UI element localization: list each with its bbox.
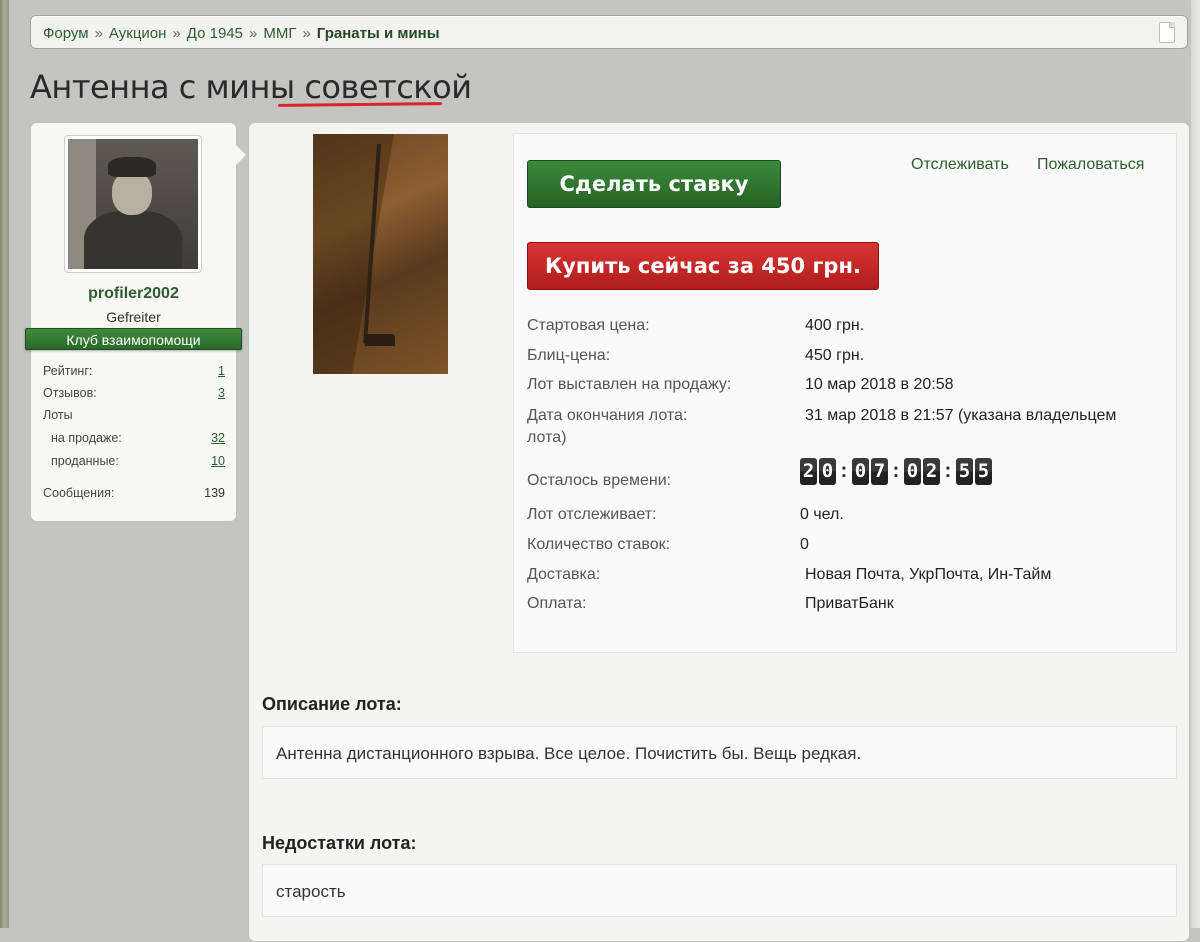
messages-count: 139 [204, 486, 225, 500]
stat-label: на продаже: [51, 431, 122, 445]
timer-digit: 7 [871, 458, 888, 485]
listed-label: Лот выставлен на продажу: [527, 376, 732, 393]
stat-label: Сообщения: [43, 486, 115, 500]
timer-separator: : [892, 460, 900, 482]
buy-now-button[interactable]: Купить сейчас за 450 грн. [527, 242, 879, 290]
timer-digit: 5 [956, 458, 973, 485]
start-price-value: 400 грн. [805, 317, 865, 334]
stat-lots: Лоты [43, 408, 225, 422]
payment-label: Оплата: [527, 595, 587, 612]
stat-rating: Рейтинг: 1 [43, 364, 225, 378]
end-date-value-suffix: лота) [527, 429, 567, 446]
timer-separator: : [944, 460, 952, 482]
page-title: Антенна с мины советской [30, 68, 472, 106]
breadcrumb-auction[interactable]: Аукцион [109, 25, 167, 42]
defects-text: старость [262, 864, 1177, 917]
end-date-value: 31 мар 2018 в 21:57 (указана владельцем [805, 407, 1117, 424]
avatar[interactable] [64, 135, 202, 273]
description-title: Описание лота: [262, 694, 402, 714]
listed-value: 10 мар 2018 в 20:58 [805, 376, 954, 393]
right-page-border [1191, 0, 1200, 928]
delivery-value: Новая Почта, УкрПочта, Ин-Тайм [805, 566, 1052, 583]
stat-on-sale: на продаже: 32 [43, 431, 225, 445]
breadcrumb-trail: Форум » Аукцион » До 1945 » ММГ » Гранаты и мины [43, 25, 440, 42]
avatar-photo [68, 139, 198, 269]
defects-title: Недостатки лота: [262, 833, 417, 853]
watch-link[interactable]: Отслеживать [911, 156, 1009, 174]
timer-digit: 0 [852, 458, 869, 485]
end-date-label: Дата окончания лота: [527, 407, 688, 424]
club-badge: Клуб взаимопомощи [25, 328, 242, 350]
stat-label: Рейтинг: [43, 364, 93, 378]
payment-value: ПриватБанк [805, 595, 894, 612]
blitz-price-value: 450 грн. [805, 347, 865, 364]
report-link[interactable]: Пожаловаться [1037, 156, 1144, 174]
stat-sold: проданные: 10 [43, 454, 225, 468]
delivery-label: Доставка: [527, 566, 601, 583]
stat-label: Лоты [43, 408, 73, 422]
timer-digit: 0 [819, 458, 836, 485]
username-link[interactable]: profiler2002 [31, 285, 236, 303]
watchers-value: 0 чел. [800, 506, 844, 523]
description-text: Антенна дистанционного взрыва. Все целое… [262, 726, 1177, 779]
stat-label: проданные: [51, 454, 119, 468]
user-panel: profiler2002 Gefreiter Клуб взаимопомощи… [25, 122, 246, 522]
place-bid-button[interactable]: Сделать ставку [527, 160, 781, 208]
breadcrumb-current[interactable]: Гранаты и мины [317, 25, 440, 42]
reviews-link[interactable]: 3 [218, 386, 225, 400]
stat-messages: Сообщения: 139 [43, 486, 225, 500]
bids-value: 0 [800, 536, 809, 553]
on-sale-link[interactable]: 32 [211, 431, 225, 445]
breadcrumb-separator: » [302, 25, 311, 42]
rating-link[interactable]: 1 [218, 364, 225, 378]
timer-digit: 5 [975, 458, 992, 485]
panel-arrow [236, 145, 246, 165]
timer-separator: : [840, 460, 848, 482]
title-red-underline [277, 102, 443, 107]
breadcrumb-forum[interactable]: Форум [43, 25, 89, 42]
stat-reviews: Отзывов: 3 [43, 386, 225, 400]
start-price-label: Стартовая цена: [527, 317, 650, 334]
lot-photo[interactable] [313, 134, 448, 374]
watchers-label: Лот отслеживает: [527, 506, 657, 523]
countdown-timer: 20:07:02:55 [800, 458, 994, 486]
left-page-border [0, 0, 9, 928]
timer-digit: 2 [800, 458, 817, 485]
breadcrumb-separator: » [172, 25, 181, 42]
bids-label: Количество ставок: [527, 536, 671, 553]
breadcrumb-before-1945[interactable]: До 1945 [187, 25, 243, 42]
timer-digit: 0 [904, 458, 921, 485]
breadcrumb-separator: » [248, 25, 258, 42]
user-rank: Gefreiter [106, 309, 161, 325]
breadcrumb: Форум » Аукцион » До 1945 » ММГ » Гранаты и мины [30, 15, 1188, 49]
blitz-price-label: Блиц-цена: [527, 347, 611, 364]
breadcrumb-separator: » [94, 25, 103, 42]
breadcrumb-mmg[interactable]: ММГ [263, 25, 296, 42]
stat-label: Отзывов: [43, 386, 97, 400]
timer-digit: 2 [923, 458, 940, 485]
document-icon[interactable] [1159, 22, 1175, 43]
remaining-label: Осталось времени: [527, 472, 672, 489]
sold-link[interactable]: 10 [211, 454, 225, 468]
